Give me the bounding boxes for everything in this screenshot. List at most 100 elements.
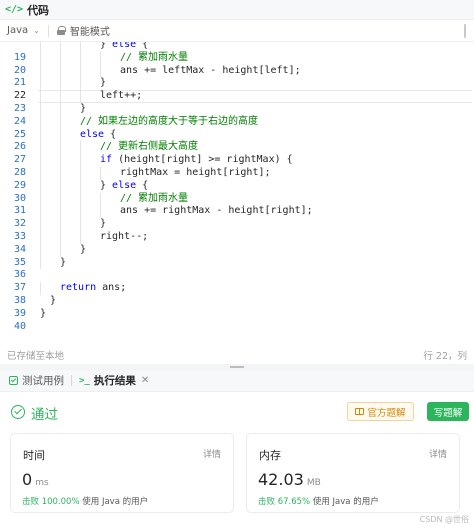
code-text: if (height[right] >= rightMax) { [100, 154, 293, 167]
indent-guide [60, 51, 61, 65]
line-number: 36 [13, 269, 26, 281]
code-text: ans += leftMax - height[left]; [120, 65, 301, 78]
code-line[interactable]: 37 return ans; [0, 282, 474, 295]
lock-icon [56, 26, 66, 35]
chevron-down-icon: ⌄ [33, 26, 40, 35]
indent-guide [60, 243, 61, 257]
smart-mode-label: 智能模式 [69, 27, 110, 38]
code-token: { [136, 179, 149, 191]
code-line[interactable]: 27 if (height[right] >= rightMax) { [0, 154, 474, 167]
comment-token: // 累加雨水量 [120, 51, 189, 63]
tab-execution-result[interactable]: >_ 执行结果 ✕ [76, 370, 152, 392]
indent-guide [60, 115, 61, 129]
code-line[interactable]: 19 // 累加雨水量 [0, 51, 474, 65]
code-text: else { [80, 129, 116, 142]
toolbar-scrollbar[interactable] [464, 24, 466, 38]
indent-guide [80, 51, 81, 65]
code-text: } else { [100, 42, 148, 52]
code-line[interactable]: 31 ans += rightMax - height[right]; [0, 205, 474, 219]
code-line[interactable]: 38} [0, 295, 474, 308]
keyword-token: else [80, 128, 105, 140]
code-token: { [136, 42, 149, 50]
comment-token: // 累加雨水量 [120, 192, 189, 204]
code-editor[interactable]: } else {19// 累加雨水量 20 ans += leftMax - hei… [0, 42, 474, 332]
code-text: ans += rightMax - height[right]; [120, 205, 313, 218]
code-line[interactable]: 21} [0, 77, 474, 91]
indent-guide [40, 42, 41, 52]
line-number: 38 [13, 295, 26, 306]
line-number: 28 [13, 167, 26, 178]
code-token: (height[right] >= rightMax) { [112, 154, 293, 166]
code-line[interactable]: 30 // 累加雨水量 [0, 192, 474, 206]
code-line[interactable]: 24 // 如果左边的高度大于等于右边的高度 [0, 115, 474, 129]
official-solution-button[interactable]: 官方题解 [347, 402, 414, 421]
indent-guide [60, 192, 61, 206]
code-line[interactable]: 36 [0, 269, 474, 282]
code-text: } [50, 295, 56, 308]
code-line[interactable]: 35} [0, 256, 474, 270]
code-line[interactable]: } else { [0, 42, 474, 52]
code-text: // 累加雨水量 [120, 193, 188, 206]
runtime-unit: ms [35, 478, 49, 488]
code-line[interactable]: 34} [0, 243, 474, 257]
memory-value: 42.03 MB [258, 470, 321, 489]
code-token: rightMax = height[right]; [120, 167, 271, 178]
code-line[interactable]: 29} else { [0, 179, 474, 193]
code-line[interactable]: 39} [0, 308, 474, 321]
line-number: 31 [13, 205, 26, 217]
indent-guide [100, 167, 101, 180]
indent-guide [60, 64, 61, 78]
memory-details-link[interactable]: 详情 [429, 447, 447, 460]
indent-guide [80, 218, 81, 231]
code-line[interactable]: 22 left++; [0, 90, 474, 103]
indent-guide [60, 103, 61, 116]
code-text: right--; [100, 231, 148, 244]
code-line[interactable]: 40 [0, 321, 474, 332]
close-icon[interactable]: ✕ [141, 375, 149, 386]
code-line[interactable]: 32} [0, 218, 474, 231]
code-token: } [100, 179, 113, 191]
indent-guide [80, 90, 81, 103]
language-select[interactable]: Java ⌄ [7, 25, 40, 36]
indent-guide [40, 51, 41, 65]
code-line[interactable]: 23} [0, 103, 474, 116]
indent-guide [60, 167, 61, 180]
tab-test-cases[interactable]: 测试用例 [6, 370, 67, 392]
code-text: left++; [100, 90, 142, 103]
code-token: ans += rightMax - height[right]; [120, 205, 313, 217]
runtime-beat-text: 击败 100.00% 使用 Java 的用户 [22, 495, 148, 507]
smart-mode-toggle[interactable]: 智能模式 [56, 23, 110, 38]
code-line[interactable]: 28 rightMax = height[right]; [0, 167, 474, 180]
indent-guide [40, 256, 41, 270]
write-solution-button[interactable]: 写题解 [427, 402, 469, 421]
indent-guide [40, 90, 41, 103]
line-number: 37 [13, 282, 26, 294]
code-token: } [60, 256, 67, 268]
line-number: 33 [13, 231, 26, 242]
check-circle-icon [11, 405, 25, 419]
keyword-token: return [60, 282, 97, 294]
indent-guide [80, 64, 81, 78]
code-text: } [60, 257, 66, 270]
runtime-value: 0 ms [22, 470, 49, 489]
indent-guide [40, 141, 41, 155]
watermark: CSDN @世俗 [419, 515, 469, 524]
line-number: 34 [13, 243, 26, 255]
result-status: 通过 [31, 407, 58, 423]
memory-card: 内存 详情 42.03 MB 击败 67.65% 使用 Java 的用户 [246, 433, 460, 513]
official-solution-label: 官方题解 [367, 407, 406, 419]
code-line[interactable]: 26 // 更新右侧最大高度 [0, 141, 474, 155]
code-line[interactable]: 25 else { [0, 128, 474, 142]
runtime-beat-percent: 100.00% [41, 497, 80, 507]
indent-guide [40, 103, 41, 116]
indent-guide [40, 282, 41, 295]
line-number: 22 [13, 90, 26, 102]
runtime-details-link[interactable]: 详情 [203, 447, 221, 460]
runtime-card: 时间 详情 0 ms 击败 100.00% 使用 Java 的用户 [10, 433, 234, 513]
indent-guide [100, 192, 101, 206]
memory-beat-prefix: 击败 [258, 497, 276, 507]
indent-guide [80, 205, 81, 219]
code-line[interactable]: 20 ans += leftMax - height[left]; [0, 64, 474, 78]
code-token: } [80, 243, 87, 255]
code-line[interactable]: 33 right--; [0, 231, 474, 244]
